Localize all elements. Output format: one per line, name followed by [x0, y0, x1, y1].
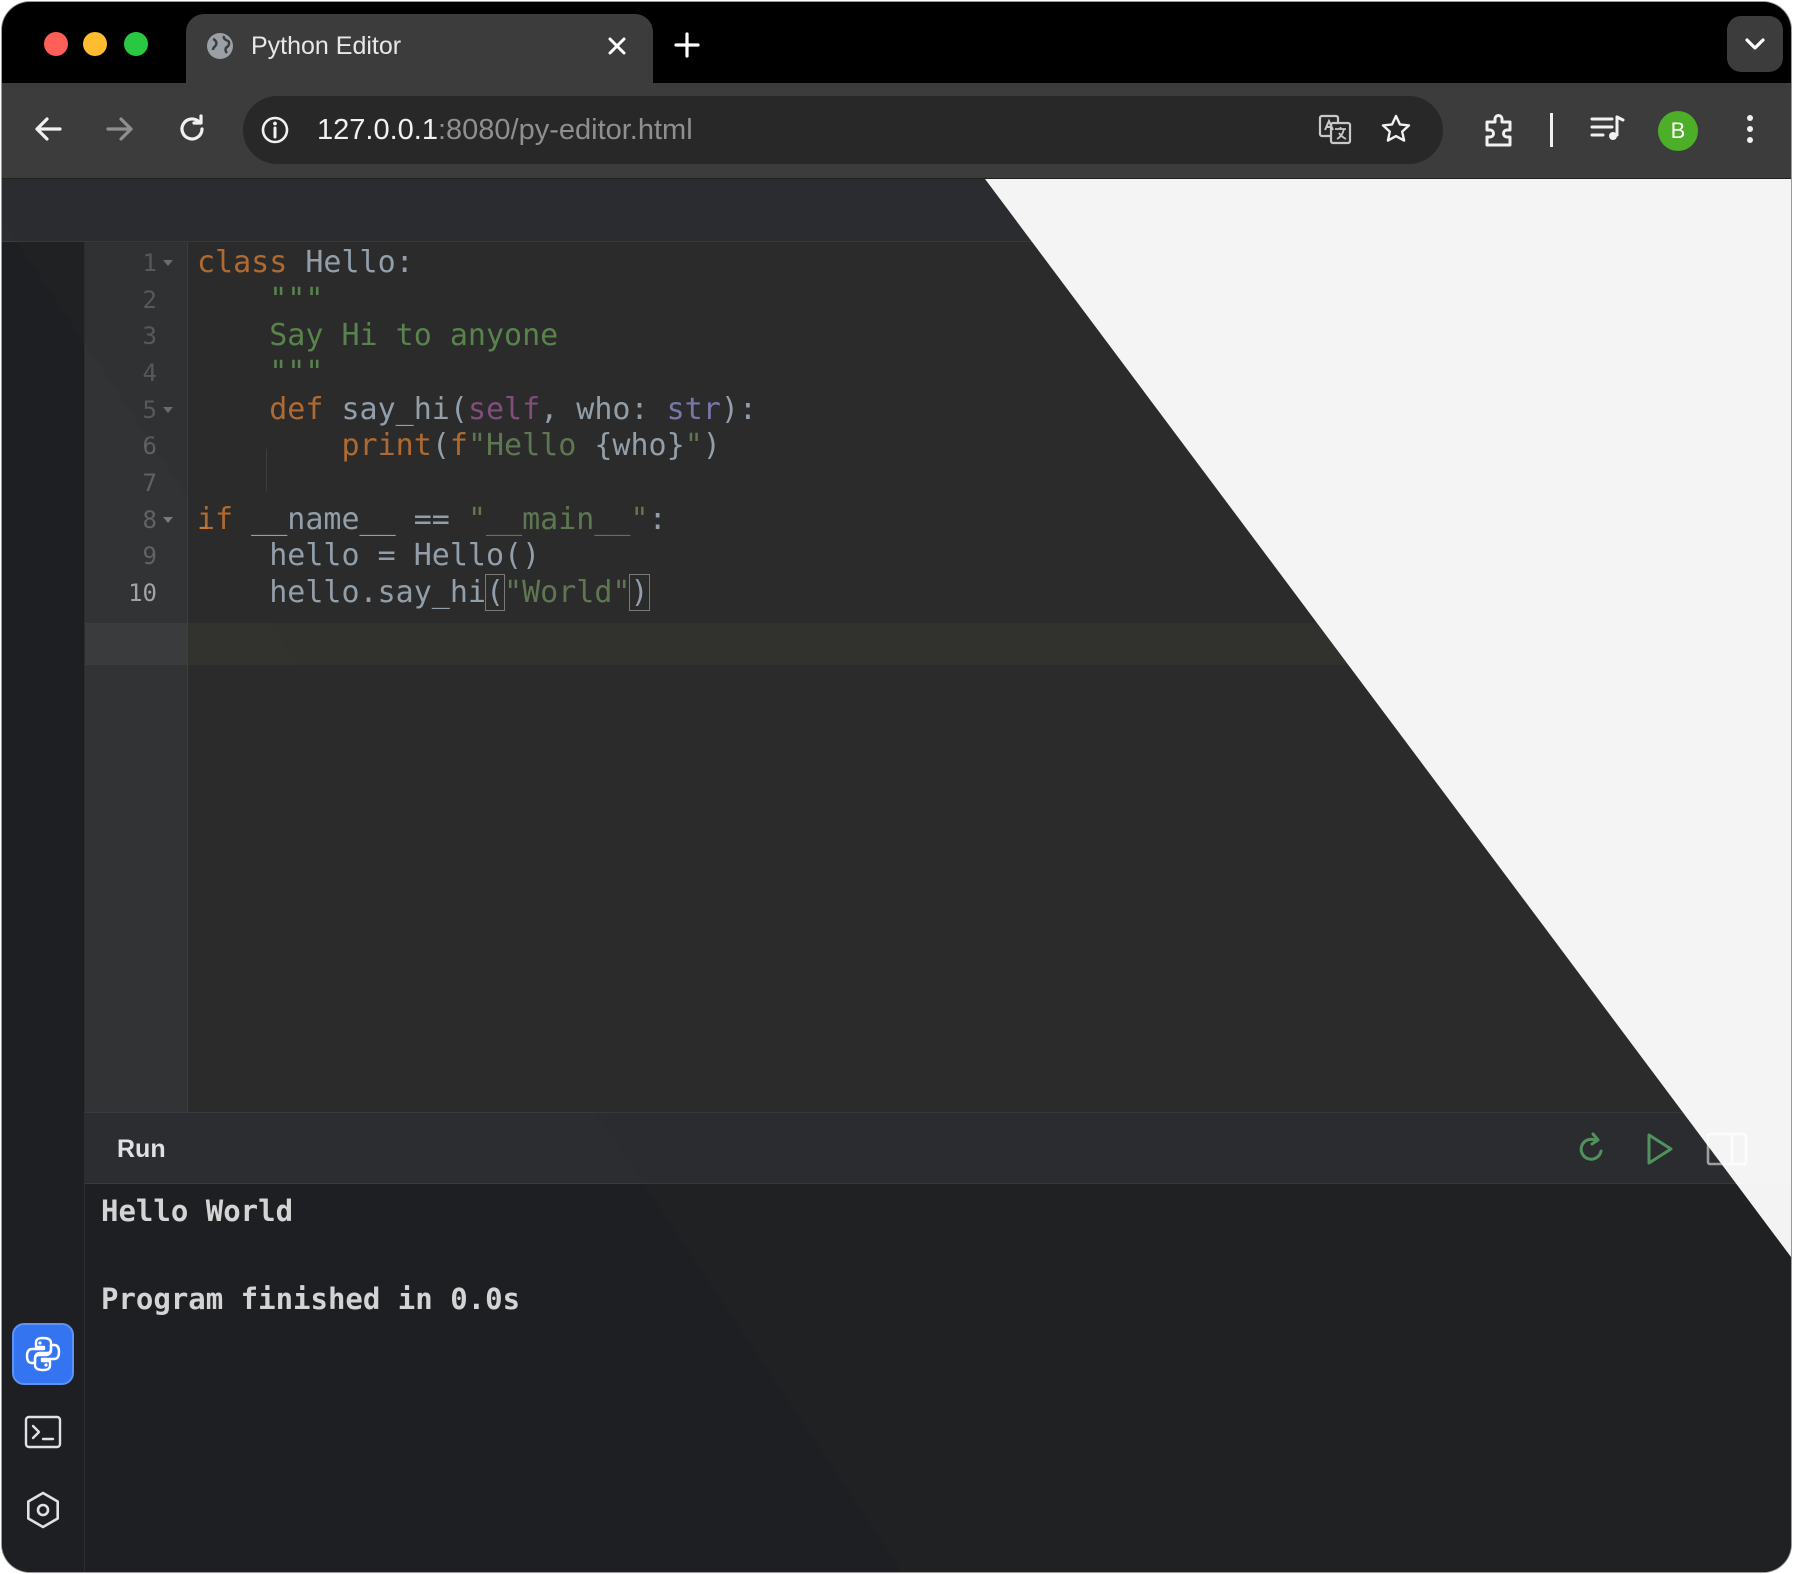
matched-bracket: (: [484, 574, 506, 611]
zoom-window-button[interactable]: [124, 32, 148, 56]
url-host: 127.0.0.1: [317, 114, 438, 146]
code-line-9: hello = Hello(): [197, 538, 541, 573]
url-path: :8080/py-editor.html: [437, 114, 693, 146]
code-token: ):: [720, 392, 757, 427]
fstring-expression-token: {who}: [594, 428, 685, 463]
back-icon[interactable]: [30, 111, 66, 147]
rerun-icon[interactable]: [1571, 1129, 1611, 1169]
line-number: 4: [142, 359, 157, 387]
fstring-prefix-token: f: [449, 428, 468, 463]
code-token: hello.say_hi: [197, 575, 486, 610]
close-tab-icon[interactable]: [601, 30, 633, 62]
keyword-token: class: [197, 245, 288, 280]
terminal-icon: [24, 1415, 62, 1449]
code-token: ): [702, 428, 721, 463]
chevron-down-icon: [1745, 38, 1765, 50]
string-token: "World": [504, 575, 631, 610]
self-token: self: [467, 392, 541, 427]
code-line-3: Say Hi to anyone: [197, 318, 559, 353]
string-token: ": [684, 428, 703, 463]
output-line: Program finished in 0.0s: [101, 1282, 521, 1316]
code-token: , who:: [540, 392, 667, 427]
run-panel-title: Run: [117, 1135, 166, 1163]
forward-icon[interactable]: [102, 111, 138, 147]
settings-icon: [27, 1491, 59, 1529]
browser-tab[interactable]: Python Editor: [186, 14, 653, 83]
code-token: __name__ ==: [233, 502, 468, 537]
code-token: say_hi(: [323, 392, 468, 427]
line-number: 3: [142, 322, 157, 350]
code-line-4: """: [197, 355, 324, 390]
code-line-1: class Hello:: [197, 242, 414, 284]
builtin-type-token: str: [666, 392, 721, 427]
output-line: Hello World: [101, 1194, 294, 1228]
translate-icon[interactable]: [1317, 111, 1353, 147]
fold-arrow-icon[interactable]: [163, 407, 173, 413]
builtin-function-token: print: [341, 428, 432, 463]
editor-top-bar: [2, 179, 1791, 242]
fold-arrow-icon[interactable]: [163, 260, 173, 266]
url-text[interactable]: 127.0.0.1:8080/py-editor.html: [317, 112, 693, 148]
current-line-gutter-highlight: [85, 623, 187, 665]
more-menu-icon[interactable]: [1732, 111, 1768, 147]
code-token: (: [431, 428, 450, 463]
keyword-token: def: [269, 392, 324, 427]
current-line-highlight: [85, 623, 1791, 665]
keyword-token: if: [197, 502, 234, 537]
string-token: "__main__": [467, 502, 649, 537]
media-controls-icon[interactable]: [1587, 109, 1627, 149]
play-icon[interactable]: [1639, 1129, 1679, 1169]
tab-search-button[interactable]: [1727, 16, 1783, 72]
settings-button[interactable]: [12, 1479, 74, 1541]
globe-icon: [207, 33, 233, 59]
extensions-icon[interactable]: [1479, 109, 1519, 149]
info-icon[interactable]: [259, 114, 291, 146]
minimize-window-button[interactable]: [83, 32, 107, 56]
code-token: :: [648, 502, 667, 537]
toolbar-divider: [1550, 113, 1553, 147]
python-mode-button[interactable]: [12, 1323, 74, 1385]
browser-toolbar: 127.0.0.1:8080/py-editor.html B: [2, 83, 1791, 179]
run-panel: Run Hello World Program finished in 0.0s: [85, 1112, 1791, 1572]
matched-bracket: ): [629, 574, 650, 611]
fold-arrow-icon[interactable]: [163, 517, 173, 523]
code-line-6: print(f"Hello {who}"): [197, 425, 721, 467]
terminal-button[interactable]: [12, 1401, 74, 1463]
code-line-10: hello.say_hi("World"): [197, 572, 650, 614]
string-token: "Hello: [467, 428, 595, 463]
reload-icon[interactable]: [174, 111, 210, 147]
tab-title: Python Editor: [251, 32, 402, 60]
split-layout-icon[interactable]: [1705, 1129, 1749, 1169]
line-number: 6: [142, 432, 157, 460]
python-icon: [25, 1336, 61, 1372]
run-panel-header: Run: [85, 1112, 1791, 1184]
code-token: Hello:: [287, 245, 414, 280]
line-number-current: 10: [128, 579, 157, 607]
address-bar[interactable]: 127.0.0.1:8080/py-editor.html: [243, 96, 1443, 164]
browser-window: Python Editor 127.0.0.1:8080/py-editor.h…: [2, 2, 1791, 1572]
line-number: 1: [142, 249, 157, 277]
tab-bar: Python Editor: [2, 2, 1791, 83]
close-window-button[interactable]: [44, 32, 68, 56]
line-number: 7: [142, 469, 157, 497]
star-icon[interactable]: [1379, 112, 1413, 146]
line-number: 9: [142, 542, 157, 570]
profile-avatar[interactable]: B: [1658, 111, 1698, 151]
page-content: 1 2 3 4 5 6 7 8 9 10 class Hello: """ Sa…: [2, 179, 1791, 1572]
new-tab-icon[interactable]: [670, 28, 704, 62]
code-editor[interactable]: 1 2 3 4 5 6 7 8 9 10 class Hello: """ Sa…: [85, 242, 1791, 1112]
